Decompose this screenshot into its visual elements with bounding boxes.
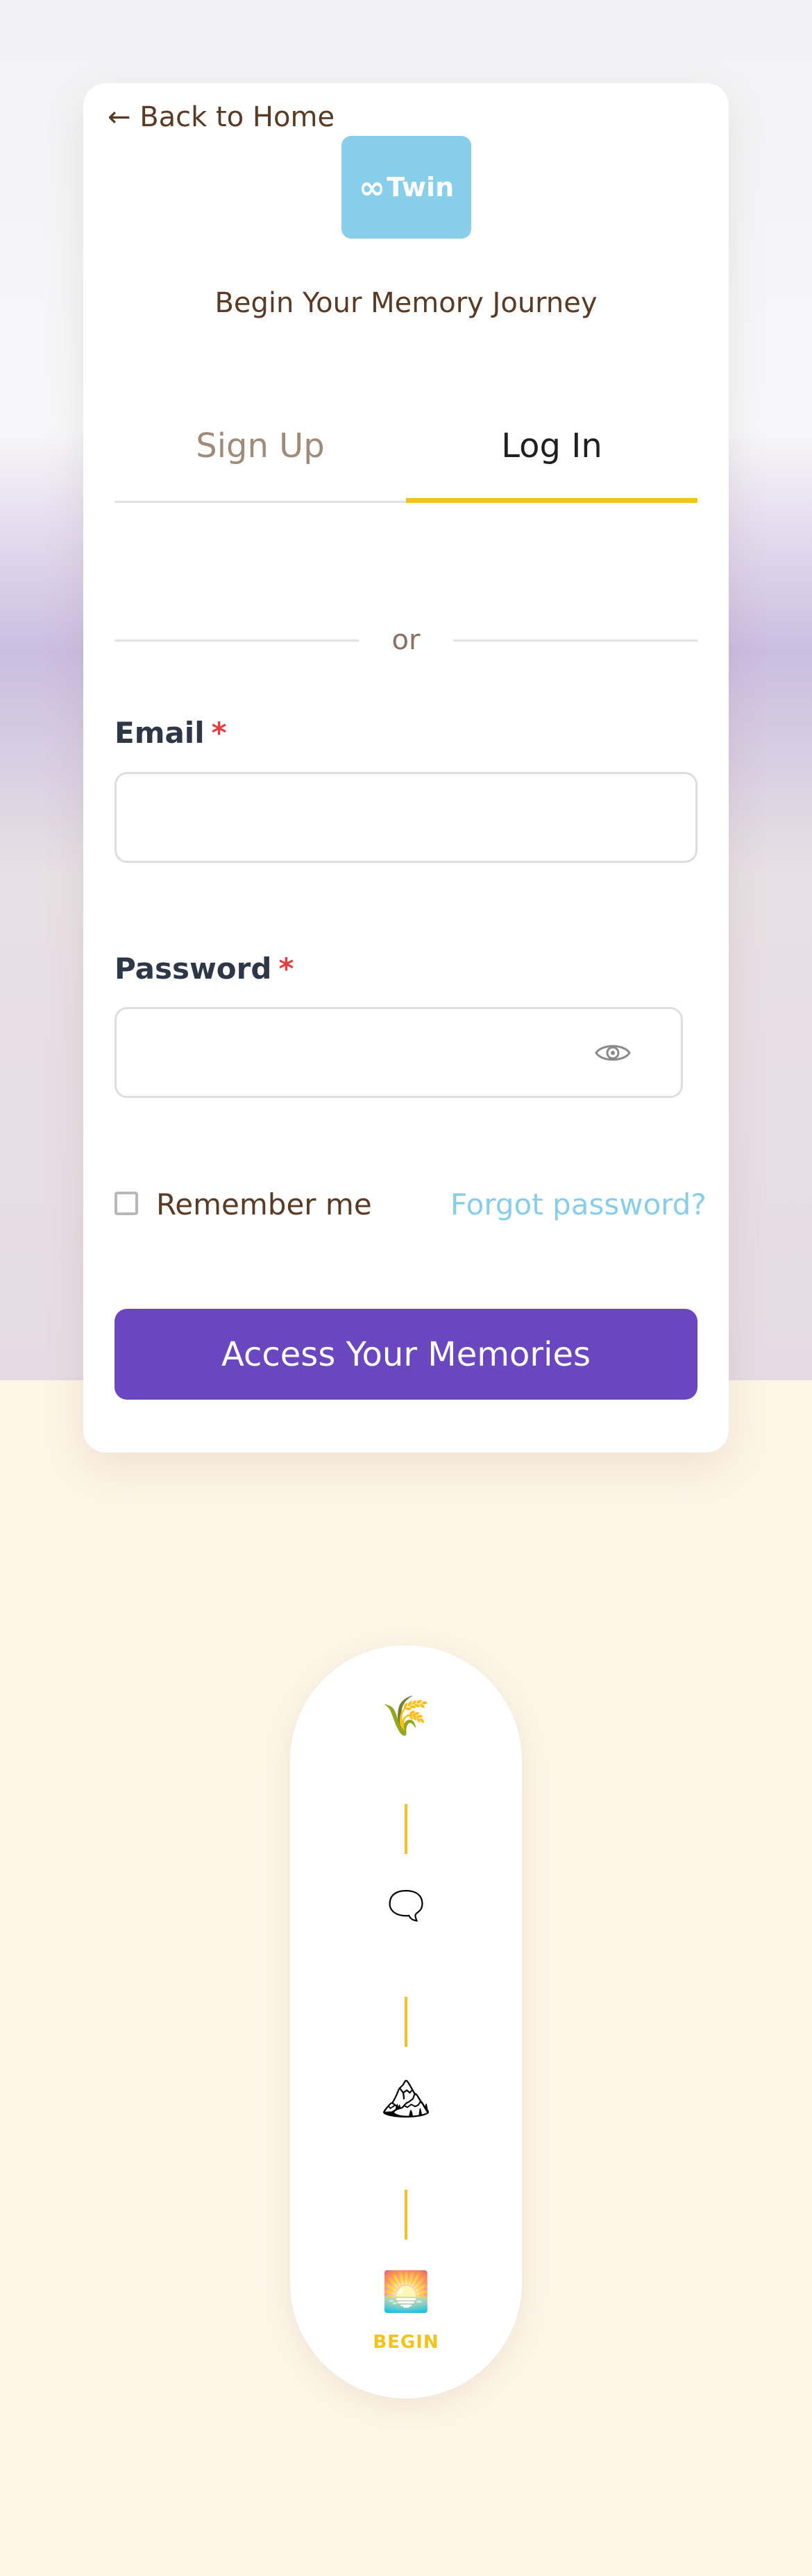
- email-label: Email *: [115, 716, 227, 750]
- wheat-icon: 🌾: [382, 1694, 430, 1739]
- email-required-mark: *: [211, 716, 227, 750]
- eye-icon[interactable]: [593, 1033, 632, 1072]
- logo-text: Twin: [387, 172, 455, 203]
- divider-text: or: [391, 624, 421, 656]
- or-divider: or: [115, 621, 697, 660]
- begin-label: BEGIN: [373, 2332, 439, 2353]
- divider-line-right: [453, 639, 697, 642]
- speech-bubble-icon: 🗨: [381, 1884, 431, 1929]
- forgot-password-link[interactable]: Forgot password?: [450, 1187, 707, 1221]
- password-label-text: Password: [115, 952, 272, 986]
- mountain-icon: 🏔: [381, 2077, 431, 2122]
- divider-line-left: [115, 639, 359, 642]
- email-label-text: Email: [115, 716, 205, 750]
- timeline-connector: [405, 1997, 407, 2047]
- sunrise-icon: 🌅: [382, 2269, 430, 2315]
- timeline-connector: [405, 1804, 407, 1854]
- auth-tabs: Sign Up Log In: [115, 420, 697, 503]
- tab-log-in[interactable]: Log In: [406, 420, 697, 503]
- infinity-icon: ∞: [358, 169, 386, 206]
- email-field[interactable]: [115, 772, 697, 863]
- password-label: Password *: [115, 952, 294, 986]
- password-required-mark: *: [278, 952, 294, 986]
- remember-me-label: Remember me: [156, 1187, 372, 1221]
- remember-me-checkbox[interactable]: [115, 1192, 138, 1215]
- tagline: Begin Your Memory Journey: [214, 287, 598, 319]
- timeline-connector: [405, 2190, 407, 2240]
- back-to-home-link[interactable]: ← Back to Home: [108, 101, 335, 133]
- access-memories-button[interactable]: Access Your Memories: [115, 1309, 697, 1400]
- tab-sign-up[interactable]: Sign Up: [115, 420, 406, 501]
- logo: ∞ Twin: [341, 136, 471, 239]
